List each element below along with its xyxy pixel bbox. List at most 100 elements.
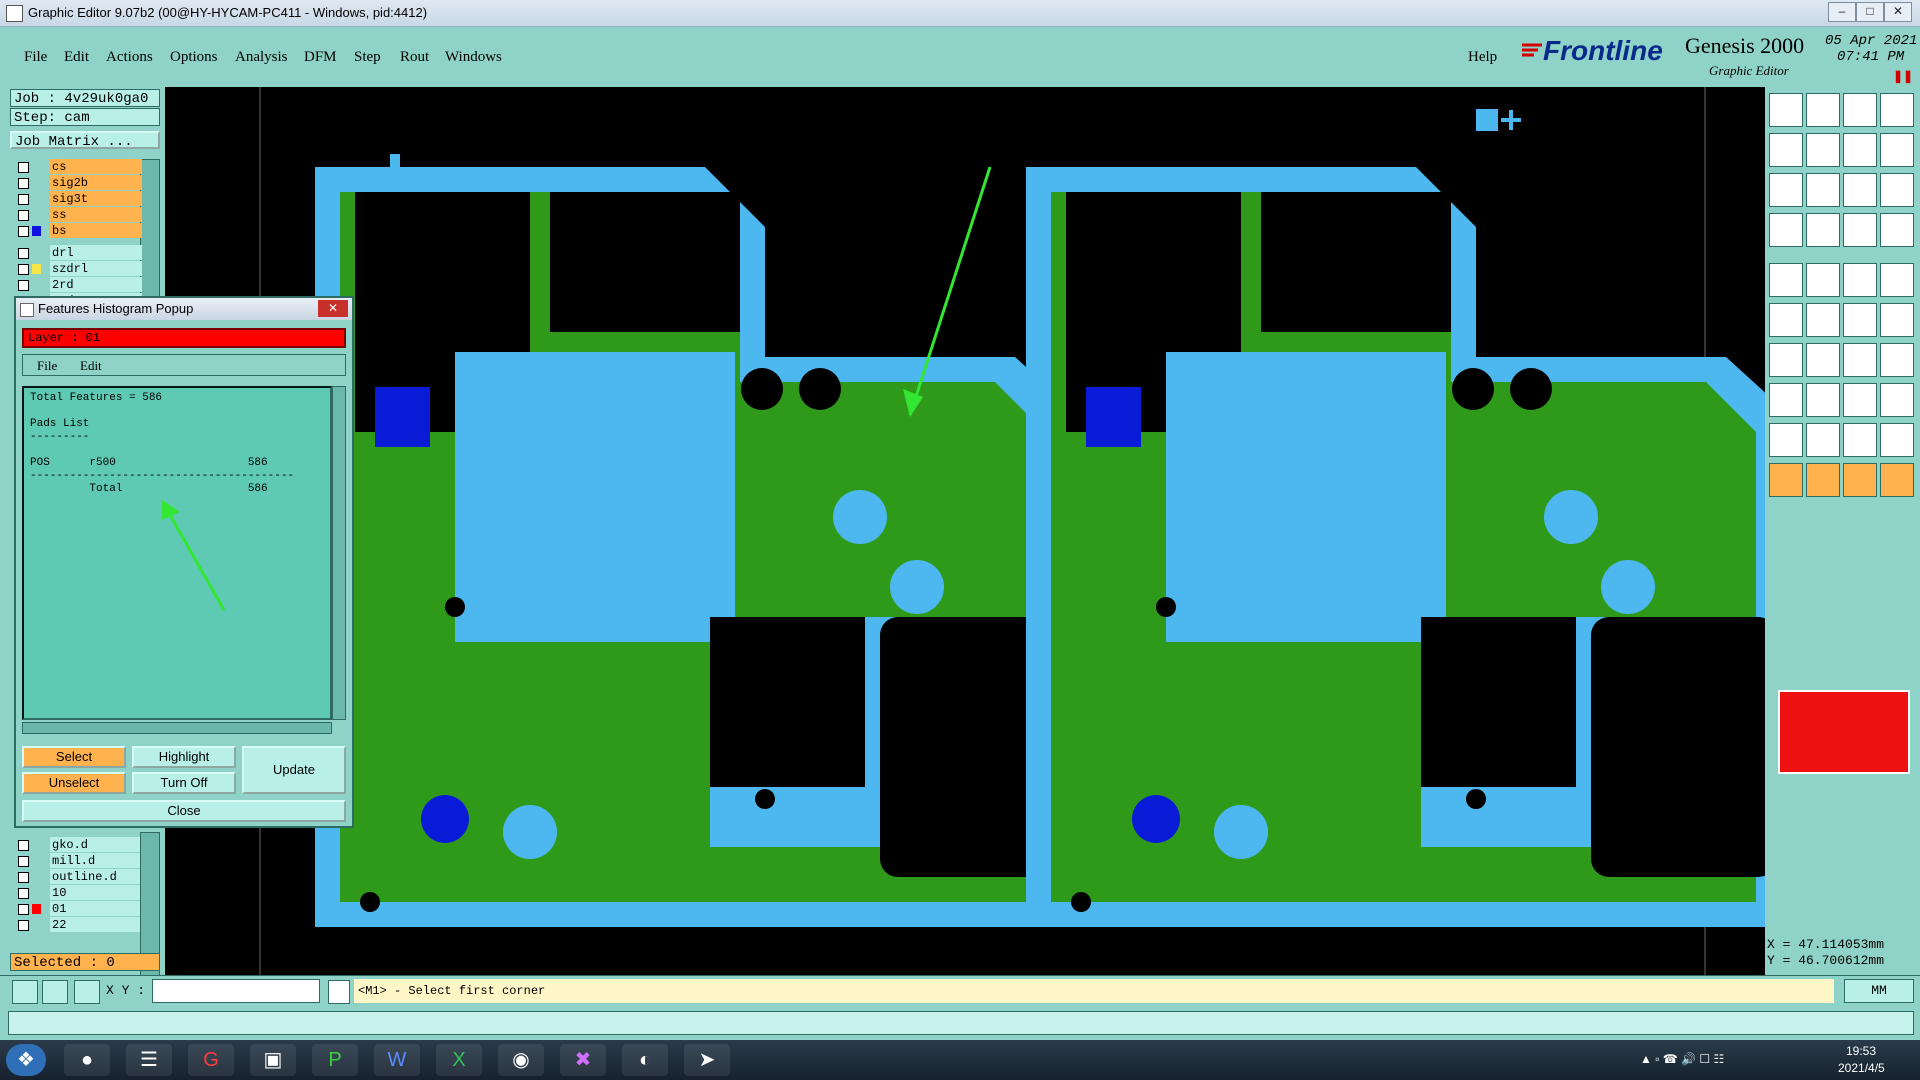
minimize-button[interactable]: – [1828, 2, 1856, 22]
layer-color-swatch[interactable] [32, 248, 41, 258]
taskbar-app-p-icon[interactable]: P [312, 1044, 358, 1076]
overview-thumbnail[interactable] [1778, 690, 1910, 774]
select-button[interactable]: Select [22, 746, 126, 768]
tool-button-icon[interactable] [1769, 343, 1803, 377]
layer-color-swatch[interactable] [32, 162, 41, 172]
layer-checkbox[interactable] [18, 162, 29, 173]
layer-row[interactable]: bs [12, 223, 142, 239]
layer-color-swatch[interactable] [32, 178, 41, 188]
tool-button-icon[interactable] [1769, 133, 1803, 167]
tool-button-icon[interactable] [1769, 173, 1803, 207]
tool-button-icon[interactable] [1806, 93, 1840, 127]
layer-checkbox[interactable] [18, 872, 29, 883]
tool-button-icon[interactable] [1843, 173, 1877, 207]
layer-color-swatch[interactable] [32, 904, 41, 914]
tool-button-icon[interactable] [1806, 343, 1840, 377]
popup-menu-edit[interactable]: Edit [80, 355, 102, 377]
layer-color-swatch[interactable] [32, 264, 41, 274]
tool-button-icon[interactable] [1880, 263, 1914, 297]
layer-row[interactable]: 01 [12, 901, 142, 917]
layer-row[interactable]: 10 [12, 885, 142, 901]
menu-analysis[interactable]: Analysis [235, 49, 288, 66]
layer-checkbox[interactable] [18, 178, 29, 189]
tool-button-icon[interactable] [1769, 423, 1803, 457]
popup-menu-file[interactable]: File [37, 355, 57, 377]
layer-color-swatch[interactable] [32, 280, 41, 290]
tool-button-icon[interactable] [1843, 93, 1877, 127]
menu-help[interactable]: Help [1468, 49, 1497, 66]
taskbar-app-x-icon[interactable]: ✖ [560, 1044, 606, 1076]
tool-button-icon[interactable] [1880, 303, 1914, 337]
maximize-button[interactable]: □ [1856, 2, 1884, 22]
turn-off-button[interactable]: Turn Off [132, 772, 236, 794]
taskbar-app-shell-icon[interactable]: ● [64, 1044, 110, 1076]
tool-button-icon[interactable] [1880, 213, 1914, 247]
layer-checkbox[interactable] [18, 264, 29, 275]
tool-button-icon[interactable] [1806, 423, 1840, 457]
pcb-board-view[interactable] [165, 87, 1781, 975]
layer-checkbox[interactable] [18, 194, 29, 205]
layer-color-swatch[interactable] [32, 872, 41, 882]
tool-button-icon[interactable] [1806, 263, 1840, 297]
layer-color-swatch[interactable] [32, 210, 41, 220]
layer-color-swatch[interactable] [32, 856, 41, 866]
measure-icon[interactable] [42, 980, 68, 1004]
taskbar-app-g-icon[interactable]: G [188, 1044, 234, 1076]
layer-color-swatch[interactable] [32, 888, 41, 898]
layer-row[interactable]: outline.d [12, 869, 142, 885]
tool-button-icon[interactable] [1806, 303, 1840, 337]
layer-checkbox[interactable] [18, 856, 29, 867]
layer-row[interactable]: mill.d [12, 853, 142, 869]
layer-checkbox[interactable] [18, 920, 29, 931]
tool-button-icon[interactable] [1880, 133, 1914, 167]
layer-row[interactable]: 2rd [12, 277, 142, 293]
zoom-box-icon[interactable] [12, 980, 38, 1004]
taskbar-app-telegram-icon[interactable]: ➤ [684, 1044, 730, 1076]
histogram-horizontal-scrollbar[interactable] [22, 722, 332, 734]
layer-color-swatch[interactable] [32, 226, 41, 236]
layer-row[interactable]: ss [12, 207, 142, 223]
tool-button-icon[interactable] [1769, 263, 1803, 297]
tool-button-icon[interactable] [1806, 383, 1840, 417]
menu-dfm[interactable]: DFM [304, 49, 337, 66]
tool-button-icon[interactable] [1880, 383, 1914, 417]
tool-button-icon[interactable] [1880, 93, 1914, 127]
popup-close-icon[interactable]: ✕ [318, 300, 348, 317]
layer-color-swatch[interactable] [32, 194, 41, 204]
update-button[interactable]: Update [242, 746, 346, 794]
layer-row[interactable]: drl [12, 245, 142, 261]
tool-button-icon[interactable] [1880, 173, 1914, 207]
menu-windows[interactable]: Windows [445, 49, 502, 66]
tool-button-icon[interactable] [1769, 463, 1803, 497]
taskbar-app-genesis-icon[interactable]: ◐ [622, 1044, 668, 1076]
layer-checkbox[interactable] [18, 840, 29, 851]
start-button-icon[interactable]: ❖ [6, 1044, 46, 1076]
menu-step[interactable]: Step [354, 49, 381, 66]
tool-button-icon[interactable] [1769, 303, 1803, 337]
taskbar-app-excel-icon[interactable]: X [436, 1044, 482, 1076]
layer-checkbox[interactable] [18, 904, 29, 915]
layer-checkbox[interactable] [18, 226, 29, 237]
taskbar-app-save-icon[interactable]: ▣ [250, 1044, 296, 1076]
tool-button-icon[interactable] [1843, 133, 1877, 167]
graphic-canvas[interactable] [165, 87, 1781, 975]
grid-icon[interactable] [74, 980, 100, 1004]
cursor-icon[interactable] [328, 980, 350, 1004]
tool-button-icon[interactable] [1880, 423, 1914, 457]
layer-checkbox[interactable] [18, 210, 29, 221]
layer-row[interactable]: szdrl [12, 261, 142, 277]
tool-button-icon[interactable] [1769, 383, 1803, 417]
taskbar-app-notepad-icon[interactable]: ☰ [126, 1044, 172, 1076]
layer-checkbox[interactable] [18, 280, 29, 291]
close-window-button[interactable]: ✕ [1884, 2, 1912, 22]
menu-rout[interactable]: Rout [400, 49, 429, 66]
job-matrix-button[interactable]: Job Matrix ... [10, 131, 160, 150]
unselect-button[interactable]: Unselect [22, 772, 126, 794]
histogram-text-area[interactable]: Total Features = 586 Pads List --------- … [22, 386, 332, 720]
layer-checkbox[interactable] [18, 888, 29, 899]
system-tray-icons[interactable]: ▲ ▫ ☎ 🔊 ☐ ☷ [1640, 1052, 1860, 1068]
tool-button-icon[interactable] [1843, 213, 1877, 247]
layer-row[interactable]: 22 [12, 917, 142, 933]
tool-button-icon[interactable] [1769, 213, 1803, 247]
layer-row[interactable]: gko.d [12, 837, 142, 853]
